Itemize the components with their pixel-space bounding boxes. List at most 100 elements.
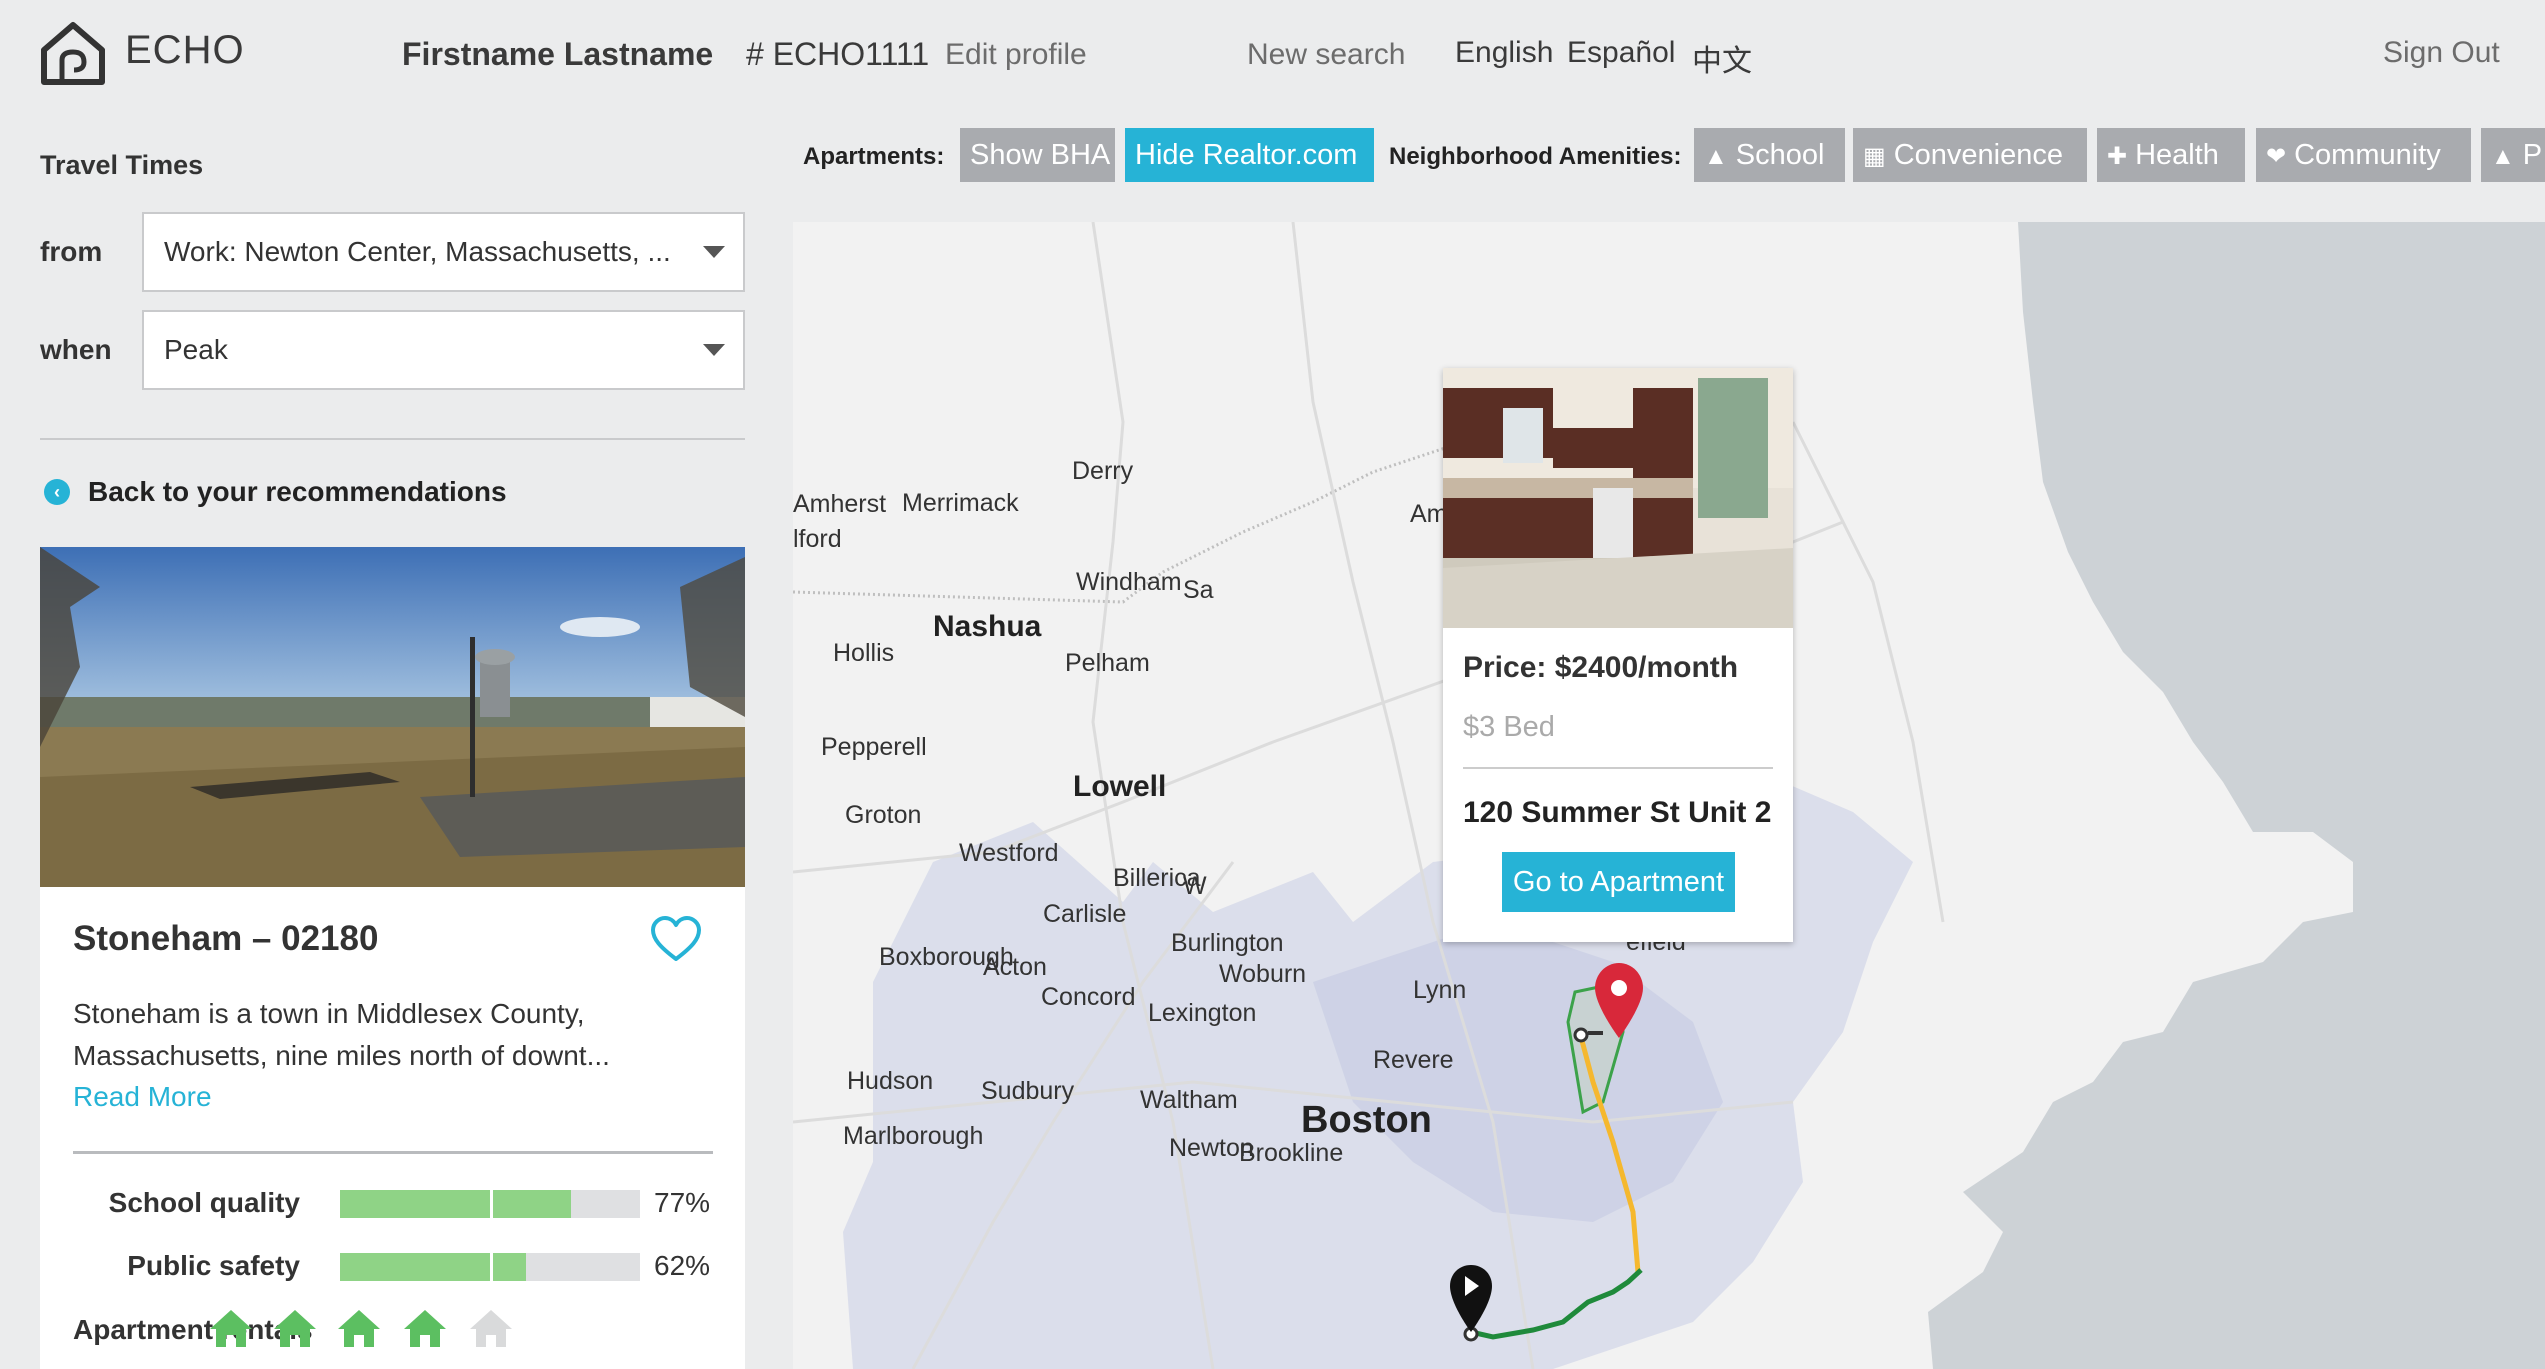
map-label-marlborough: Marlborough xyxy=(843,1122,984,1150)
map-label-lowell: Lowell xyxy=(1073,770,1167,803)
amenity-parks-label: P xyxy=(2522,139,2543,171)
chevron-left-icon: ‹ xyxy=(44,479,70,505)
public-safety-value: 62% xyxy=(654,1250,711,1281)
amenity-parks-button[interactable]: ▲ P xyxy=(2481,128,2545,182)
school-quality-bar xyxy=(340,1190,640,1218)
public-safety-bar-fill xyxy=(340,1253,526,1281)
show-bha-label: Show BHA xyxy=(970,139,1111,171)
user-id: # ECHO1111 xyxy=(746,36,930,72)
plus-icon: ✚ xyxy=(2107,143,2128,170)
apartment-photo xyxy=(1443,368,1793,628)
map-label-revere: Revere xyxy=(1373,1046,1454,1074)
store-icon: ▦ xyxy=(1863,143,1886,170)
map-label-boston: Boston xyxy=(1301,1099,1432,1141)
travel-times-title: Travel Times xyxy=(40,150,204,180)
amenity-school-label: School xyxy=(1735,139,1825,171)
neighborhood-title: Stoneham – 02180 xyxy=(73,919,379,958)
sign-out-link[interactable]: Sign Out xyxy=(2383,36,2500,70)
map-label-derry: Derry xyxy=(1072,457,1134,485)
origin-pin-icon[interactable] xyxy=(1447,1262,1495,1334)
amenity-community-button[interactable]: ❤ Community xyxy=(2256,128,2471,182)
from-select-value: Work: Newton Center, Massachusetts, ... xyxy=(164,236,671,267)
from-label: from xyxy=(40,236,103,267)
popup-divider xyxy=(1463,767,1773,769)
house-icon-filled xyxy=(404,1310,446,1347)
map-label-woburn: Woburn xyxy=(1219,960,1307,988)
map-label-hudson: Hudson xyxy=(847,1067,934,1095)
map-label-pelham: Pelham xyxy=(1065,649,1150,677)
map-label-sa: Sa xyxy=(1183,576,1214,604)
neighborhood-card: Stoneham – 02180 Stoneham is a town in M… xyxy=(40,547,745,1369)
amenity-convenience-button[interactable]: ▦ Convenience xyxy=(1853,128,2087,182)
heart-hands-icon: ❤ xyxy=(2266,143,2287,170)
apartment-address: 120 Summer St Unit 2 xyxy=(1463,796,1772,829)
map-label-carlisle: Carlisle xyxy=(1043,900,1127,928)
sidebar-divider xyxy=(40,438,745,440)
apartments-label: Apartments: xyxy=(803,143,945,170)
back-to-recommendations-link[interactable]: ‹ Back to your recommendations xyxy=(44,476,507,508)
apartment-pin-icon[interactable] xyxy=(1591,960,1647,1040)
hide-realtor-label: Hide Realtor.com xyxy=(1135,139,1358,171)
amenity-school-button[interactable]: ▲ School xyxy=(1694,128,1845,182)
map-label-lexington: Lexington xyxy=(1148,999,1257,1027)
language-english[interactable]: English xyxy=(1455,36,1553,70)
go-to-apartment-button[interactable]: Go to Apartment xyxy=(1502,852,1735,912)
chevron-down-icon xyxy=(703,246,725,258)
language-chinese[interactable]: 中文 xyxy=(1692,36,1752,80)
neighborhood-description: Stoneham is a town in Middlesex County, … xyxy=(73,998,610,1071)
school-quality-value: 77% xyxy=(654,1187,711,1218)
map-label-w: W xyxy=(1183,872,1207,900)
map-label-groton: Groton xyxy=(845,801,922,829)
when-select-value: Peak xyxy=(164,334,228,365)
edit-profile-link[interactable]: Edit profile xyxy=(945,38,1087,72)
amenity-health-button[interactable]: ✚ Health xyxy=(2097,128,2245,182)
map-label-sudbury: Sudbury xyxy=(981,1077,1075,1105)
school-quality-bar-fill xyxy=(340,1190,571,1218)
map-label-pepperell: Pepperell xyxy=(821,733,927,761)
when-select[interactable]: Peak xyxy=(142,310,745,390)
map-label-concord: Concord xyxy=(1041,983,1136,1011)
show-bha-button[interactable]: Show BHA xyxy=(960,128,1115,182)
amenities-label: Neighborhood Amenities: xyxy=(1389,143,1682,170)
tree-icon: ▲ xyxy=(2491,143,2515,170)
from-select[interactable]: Work: Newton Center, Massachusetts, ... xyxy=(142,212,745,292)
map-label-merrimack: Merrimack xyxy=(902,489,1019,517)
home-logo-icon[interactable] xyxy=(38,20,108,86)
back-link-label: Back to your recommendations xyxy=(88,476,507,507)
new-search-link[interactable]: New search xyxy=(1247,38,1405,72)
map-label-westford: Westford xyxy=(959,839,1059,867)
apartment-price: Price: $2400/month xyxy=(1463,651,1739,684)
map-label-brookline: Brookline xyxy=(1239,1139,1344,1167)
map-label-waltham: Waltham xyxy=(1140,1086,1238,1114)
read-more-link[interactable]: Read More xyxy=(73,1081,212,1113)
public-safety-bar xyxy=(340,1253,640,1281)
public-safety-label: Public safety xyxy=(127,1250,300,1281)
apartment-beds: $3 Bed xyxy=(1463,711,1555,743)
app-logo-text[interactable]: ECHO xyxy=(125,28,245,73)
house-icon-filled xyxy=(338,1310,380,1347)
house-icon-filled xyxy=(210,1310,252,1347)
language-spanish[interactable]: Español xyxy=(1567,36,1675,70)
heart-icon[interactable] xyxy=(650,915,702,963)
house-icon-filled xyxy=(274,1310,316,1347)
amenity-health-label: Health xyxy=(2135,139,2219,171)
map-label-acton: Acton xyxy=(983,953,1047,981)
map-label-lynn: Lynn xyxy=(1413,976,1467,1004)
card-divider xyxy=(73,1151,713,1154)
map-label-nashua: Nashua xyxy=(933,610,1042,643)
chevron-down-icon xyxy=(703,344,725,356)
house-icon-empty xyxy=(470,1310,512,1347)
map-label-lford: lford xyxy=(793,525,842,553)
amenity-community-label: Community xyxy=(2294,139,2441,171)
neighborhood-photo xyxy=(40,547,745,887)
amenity-convenience-label: Convenience xyxy=(1893,139,2063,171)
graduation-cap-icon: ▲ xyxy=(1704,143,1728,170)
map-label-burlington: Burlington xyxy=(1171,929,1284,957)
user-name: Firstname Lastname xyxy=(402,36,714,72)
when-label: when xyxy=(40,334,112,365)
map-label-hollis: Hollis xyxy=(833,639,895,667)
hide-realtor-button[interactable]: Hide Realtor.com xyxy=(1125,128,1374,182)
apartment-popup: Price: $2400/month $3 Bed 120 Summer St … xyxy=(1443,368,1793,942)
map-label-amherst: Amherst xyxy=(793,490,887,518)
map-label-windham: Windham xyxy=(1076,568,1182,596)
